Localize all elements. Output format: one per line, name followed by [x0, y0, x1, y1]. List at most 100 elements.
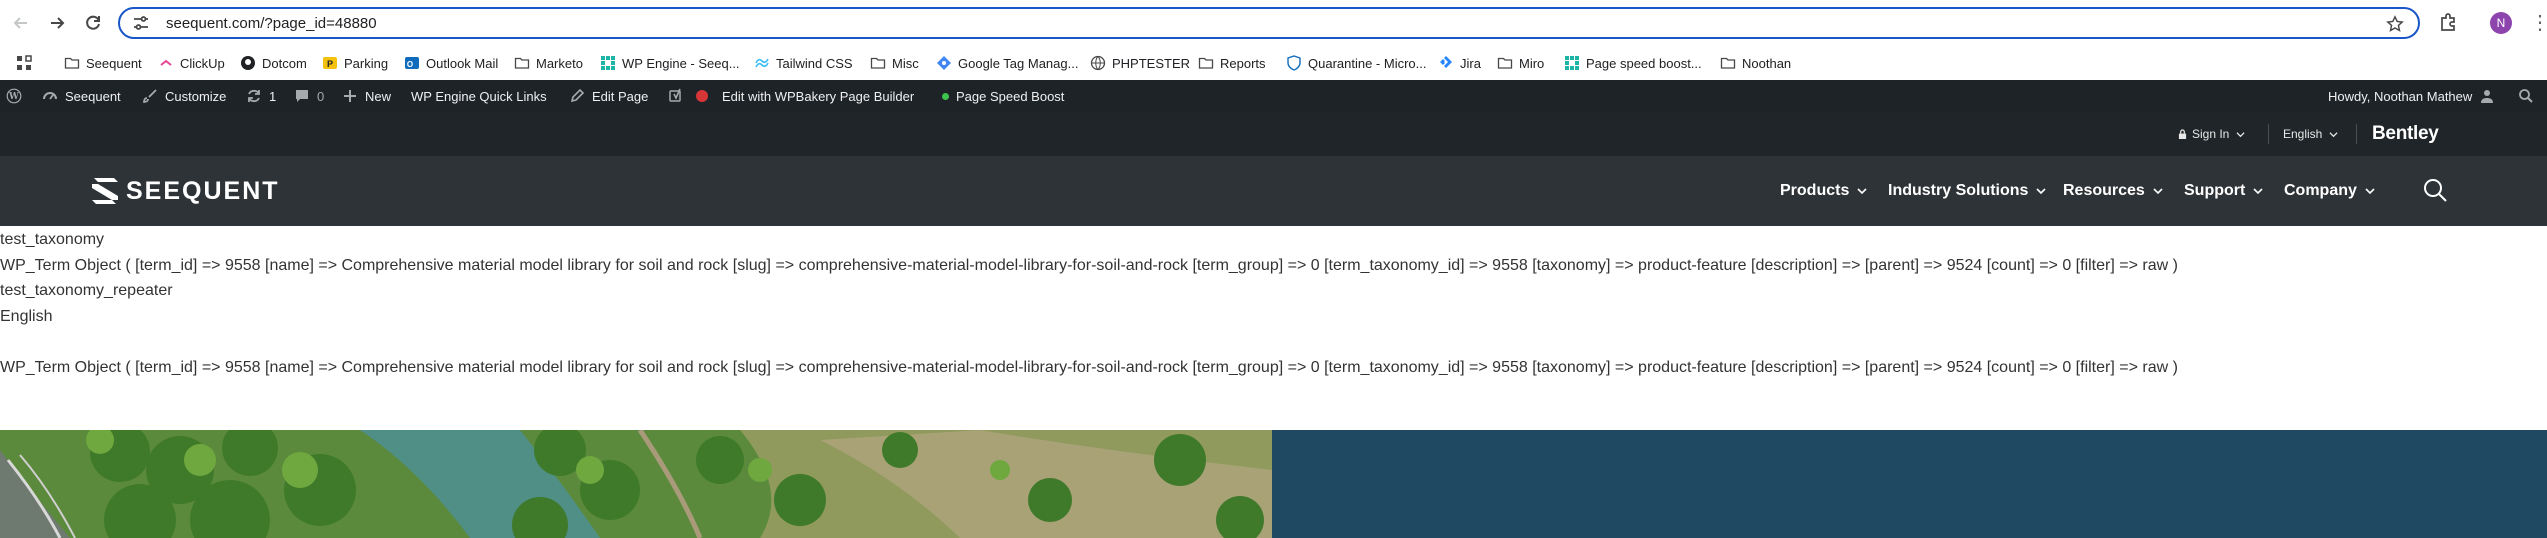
bentley-logo[interactable]: Bentley	[2372, 112, 2439, 156]
forward-button[interactable]	[44, 10, 70, 36]
wpengine-icon	[600, 55, 616, 71]
yoast-icon	[668, 88, 684, 104]
bookmark-item[interactable]: Seequent	[64, 52, 142, 74]
chevron-down-icon	[1857, 188, 1867, 195]
arrow-right-icon	[51, 17, 65, 29]
wp-comments-count: 0	[317, 88, 325, 104]
divider	[2268, 124, 2269, 144]
wp-search[interactable]	[2518, 80, 2541, 112]
debug-line: test_taxonomy	[0, 231, 105, 248]
back-button[interactable]	[8, 10, 34, 36]
site-utility-bar: Sign In English Bentley	[0, 112, 2547, 156]
wp-edit-page[interactable]: Edit Page	[569, 80, 648, 112]
wp-yoast[interactable]	[668, 80, 691, 112]
nav-item-support[interactable]: Support	[2184, 156, 2264, 226]
debug-line: English	[0, 307, 53, 325]
pencil-icon	[569, 88, 585, 104]
debug-line	[0, 329, 2547, 355]
updates-icon	[246, 88, 262, 104]
bookmark-label: Tailwind CSS	[776, 55, 853, 71]
chevron-down-icon	[2253, 188, 2263, 195]
reload-button[interactable]	[80, 10, 106, 36]
nav-item-label: Industry Solutions	[1888, 182, 2029, 199]
folder-icon	[1497, 55, 1513, 71]
wp-logo-menu[interactable]: W	[6, 80, 29, 112]
wp-admin-bar: W Seequent Customize 1 0 New WP Engine Q…	[0, 80, 2547, 112]
bookmark-item[interactable]: ClickUp	[158, 52, 225, 74]
svg-text:P: P	[327, 59, 333, 69]
wp-page-speed[interactable]: Page Speed Boost	[942, 80, 1064, 112]
chevron-down-icon	[2329, 131, 2338, 137]
language-selector[interactable]: English	[2283, 112, 2338, 156]
bookmark-item[interactable]: Dotcom	[240, 52, 307, 74]
nav-item-industry-solutions[interactable]: Industry Solutions	[1888, 156, 2047, 226]
seequent-logo-mark-icon	[92, 178, 118, 204]
wp-comments[interactable]: 0	[294, 80, 324, 112]
arrow-left-icon	[13, 17, 27, 29]
wp-record-status	[696, 80, 708, 112]
wpengine-icon	[1564, 55, 1580, 71]
wp-site-name[interactable]: Seequent	[42, 80, 121, 112]
chevron-down-icon	[2153, 188, 2163, 195]
bookmark-item[interactable]: Reports	[1198, 52, 1266, 74]
wp-customize[interactable]: Customize	[142, 80, 226, 112]
wp-wpbakery[interactable]: Edit with WPBakery Page Builder	[722, 80, 914, 112]
folder-icon	[1720, 55, 1736, 71]
bookmark-item[interactable]: Marketo	[514, 52, 583, 74]
bookmark-item[interactable]: O Outlook Mail	[404, 52, 498, 74]
bookmark-item[interactable]: Noothan	[1720, 52, 1791, 74]
bookmark-label: Parking	[344, 55, 389, 71]
bookmark-item[interactable]: Miro	[1497, 52, 1544, 74]
bookmark-label: Page speed boost...	[1586, 55, 1702, 71]
brush-icon	[142, 88, 158, 104]
sign-in-label: Sign In	[2192, 127, 2230, 141]
sign-in-link[interactable]: Sign In	[2178, 112, 2245, 156]
hero-section	[0, 430, 2547, 538]
bookmark-label: ClickUp	[180, 55, 225, 71]
url-text[interactable]: seequent.com/?page_id=48880	[166, 15, 377, 32]
nav-item-company[interactable]: Company	[2284, 156, 2376, 226]
shield-icon	[1286, 55, 1302, 71]
clickup-icon	[158, 55, 174, 71]
profile-avatar[interactable]: N	[2490, 12, 2512, 34]
globe-icon	[1090, 55, 1106, 71]
wp-new[interactable]: New	[342, 80, 391, 112]
site-search-icon[interactable]	[2422, 177, 2448, 203]
bookmark-item[interactable]: Page speed boost...	[1564, 52, 1702, 74]
bookmark-label: Misc	[892, 55, 919, 71]
outlook-icon: O	[404, 55, 420, 71]
bookmark-item[interactable]: WP Engine - Seeq...	[600, 52, 740, 74]
extensions-icon[interactable]	[2437, 12, 2459, 34]
bookmark-star-icon[interactable]	[2386, 15, 2404, 33]
debug-output: test_taxonomy WP_Term Object ( [term_id]…	[0, 227, 2547, 380]
gtm-icon	[936, 55, 952, 71]
nav-item-products[interactable]: Products	[1780, 156, 1868, 226]
nav-item-resources[interactable]: Resources	[2063, 156, 2164, 226]
bookmark-item[interactable]: Quarantine - Micro...	[1286, 52, 1427, 74]
apps-grid-icon[interactable]	[16, 55, 32, 71]
bookmark-label: Miro	[1519, 55, 1545, 71]
site-settings-icon[interactable]	[132, 14, 150, 32]
chevron-down-icon	[2236, 131, 2245, 137]
bookmark-item[interactable]: Jira	[1438, 52, 1481, 74]
github-icon	[240, 55, 256, 71]
bookmark-item[interactable]: Google Tag Manag...	[936, 52, 1078, 74]
wp-account[interactable]: Howdy, Noothan Mathew	[2328, 80, 2495, 112]
wp-howdy-label: Howdy, Noothan Mathew	[2328, 88, 2473, 104]
bookmark-label: Dotcom	[262, 55, 307, 71]
jira-icon	[1438, 55, 1454, 71]
wp-page-speed-label: Page Speed Boost	[956, 88, 1065, 104]
browser-menu-icon[interactable]: ⋮	[2530, 12, 2547, 34]
bookmark-label: PHPTESTER	[1112, 55, 1191, 71]
bookmark-item[interactable]: P Parking	[322, 52, 388, 74]
wp-updates[interactable]: 1	[246, 80, 276, 112]
wp-quick-links[interactable]: WP Engine Quick Links	[411, 80, 547, 112]
wp-new-label: New	[365, 88, 392, 104]
address-bar[interactable]: seequent.com/?page_id=48880	[118, 7, 2420, 39]
seequent-logo[interactable]: SEEQUENT	[88, 173, 280, 209]
nav-item-label: Products	[1780, 182, 1850, 199]
bookmark-item[interactable]: PHPTESTER	[1090, 52, 1190, 74]
bookmark-item[interactable]: Misc	[870, 52, 919, 74]
bookmark-item[interactable]: Tailwind CSS	[754, 52, 853, 74]
divider	[2356, 124, 2357, 144]
